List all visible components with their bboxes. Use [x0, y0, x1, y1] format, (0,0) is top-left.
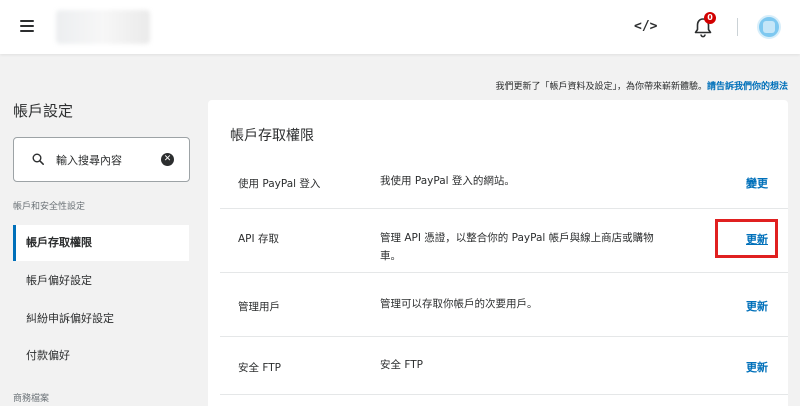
settings-row-secure-ftp: 安全 FTP 安全 FTP 更新 [220, 336, 788, 394]
avatar[interactable] [757, 15, 781, 39]
top-bar: </> 0 [0, 0, 800, 54]
update-notice: 我們更新了「帳戶資料及設定」，為你帶來嶄新體驗。請告訴我們你的想法 [495, 79, 788, 92]
clear-search-icon[interactable]: ✕ [161, 153, 174, 166]
row-description: 管理可以存取你帳戶的次要用戶。 [380, 298, 538, 310]
sidebar-item-account-access[interactable]: 帳戶存取權限 [13, 225, 189, 261]
blurred-logo [56, 10, 150, 44]
panel-title: 帳戶存取權限 [230, 128, 314, 144]
search-icon [32, 153, 44, 165]
feedback-link[interactable]: 請告訴我們你的想法 [707, 82, 788, 92]
change-button[interactable]: 變更 [746, 175, 768, 191]
row-label: API 存取 [238, 233, 279, 245]
settings-row-paypal-login: 使用 PayPal 登入 我使用 PayPal 登入的網站。 變更 [220, 160, 788, 208]
highlight-annotation-box [715, 219, 778, 258]
search-input[interactable] [56, 151, 156, 169]
sidebar-section-security: 帳戶和安全性設定 [13, 202, 86, 212]
sidebar-title: 帳戶設定 [13, 102, 74, 120]
row-description: 我使用 PayPal 登入的網站。 [380, 175, 515, 187]
account-access-panel: 帳戶存取權限 使用 PayPal 登入 我使用 PayPal 登入的網站。 變更… [208, 100, 788, 406]
row-label: 使用 PayPal 登入 [238, 178, 321, 190]
search-box: ✕ [13, 137, 190, 182]
code-brackets-icon[interactable]: </> [634, 16, 657, 38]
secure-ftp-update-button[interactable]: 更新 [746, 359, 768, 375]
settings-row-manage-users: 管理用戶 管理可以存取你帳戶的次要用戶。 更新 [220, 272, 788, 336]
row-label: 管理用戶 [238, 301, 280, 313]
settings-row-api-access: API 存取 管理 API 憑證，以整合你的 PayPal 帳戶與線上商店或購物… [220, 208, 788, 272]
notification-bell-button[interactable]: 0 [692, 12, 716, 40]
sidebar-item-payment-preferences[interactable]: 付款偏好 [13, 338, 189, 374]
sidebar-section-business: 商務檔案 [13, 394, 50, 404]
update-notice-text: 我們更新了「帳戶資料及設定」，為你帶來嶄新體驗。 [495, 82, 707, 92]
notification-count-badge: 0 [704, 12, 716, 24]
manage-users-update-button[interactable]: 更新 [746, 298, 768, 314]
sidebar-item-account-preferences[interactable]: 帳戶偏好設定 [13, 263, 189, 299]
row-label: 安全 FTP [238, 362, 281, 374]
row-description: 安全 FTP [380, 359, 423, 371]
hamburger-menu-icon[interactable] [20, 20, 34, 32]
sidebar-item-dispute-preferences[interactable]: 糾紛申訴偏好設定 [13, 301, 189, 337]
row-description: 管理 API 憑證，以整合你的 PayPal 帳戶與線上商店或購物車。 [380, 232, 654, 262]
header-divider [737, 18, 738, 36]
settings-row-next [220, 394, 788, 406]
